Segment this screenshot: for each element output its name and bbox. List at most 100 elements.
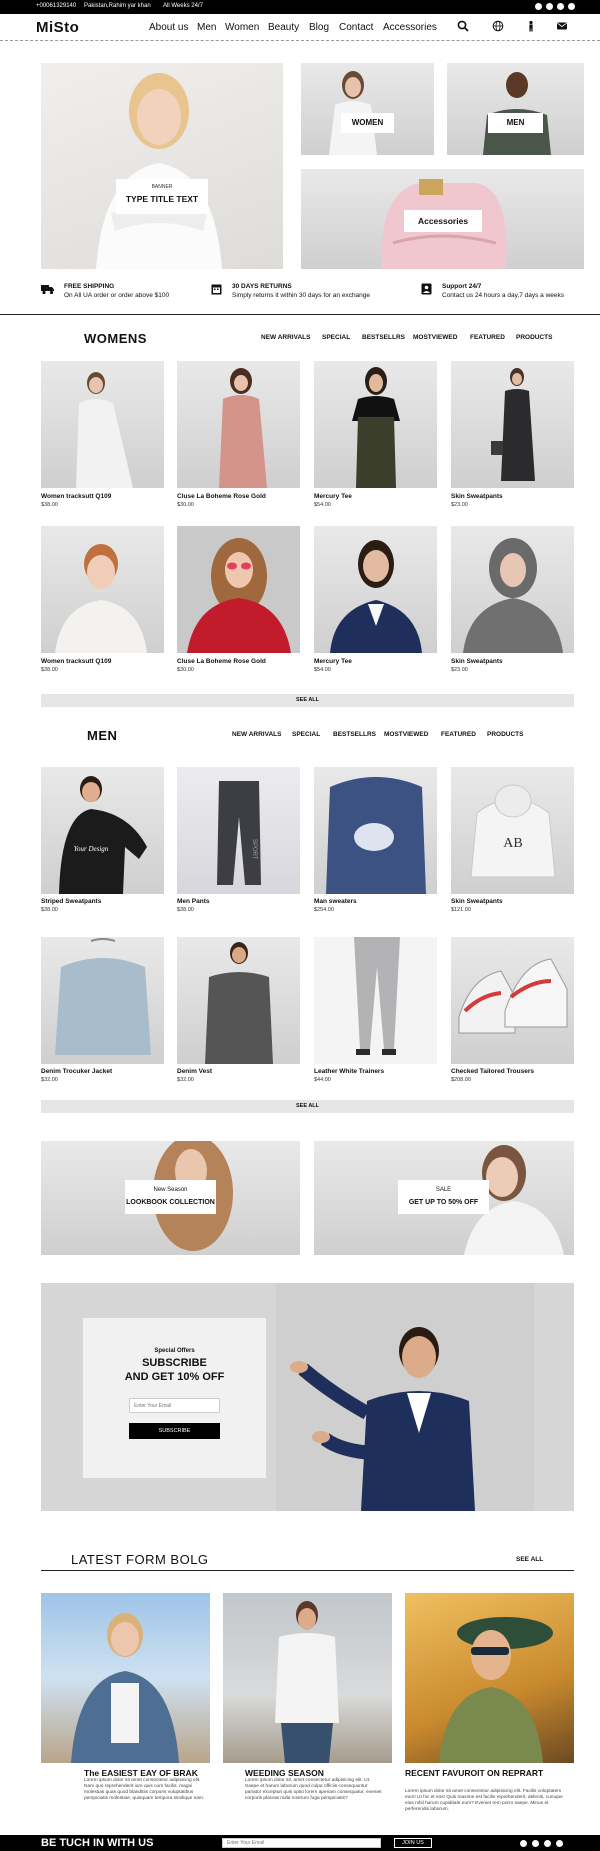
topbar-hours: All Weeks 24/7 (163, 3, 203, 9)
product-name[interactable]: Denim Trocuker Jacket (41, 1068, 112, 1075)
product-image[interactable]: Your Design (41, 767, 164, 894)
product-name[interactable]: Cluse La Boheme Rose Gold (177, 493, 266, 500)
product-image[interactable] (41, 526, 164, 653)
globe-icon[interactable] (492, 20, 504, 32)
product-image[interactable] (314, 526, 437, 653)
product-name[interactable]: Cluse La Boheme Rose Gold (177, 658, 266, 665)
youtube-icon[interactable] (557, 3, 564, 10)
blog-woman-denim-illustration (71, 1613, 179, 1763)
subscribe-email-input[interactable] (129, 1398, 220, 1413)
womens-see-all-button[interactable]: SEE ALL (41, 694, 574, 707)
lookbook-promo[interactable]: New Season LOOKBOOK COLLECTION (41, 1141, 300, 1255)
blog-post-title[interactable]: WEEDING SEASON (245, 1768, 324, 1778)
twitter-icon[interactable] (532, 1840, 539, 1847)
product-name[interactable]: Skin Sweatpants (451, 898, 503, 905)
youtube-icon[interactable] (544, 1840, 551, 1847)
womens-tab-special[interactable]: SPECIAL (322, 334, 350, 341)
blog-post-title[interactable]: RECENT FAVUROIT ON REPRART (405, 1768, 574, 1778)
mail-icon[interactable] (556, 20, 568, 32)
pinterest-icon[interactable] (568, 3, 575, 10)
product-image[interactable] (177, 361, 300, 488)
product-name[interactable]: Leather White Trainers (314, 1068, 384, 1075)
womens-tab-bestsellers[interactable]: BESTSELLRS (362, 334, 405, 341)
blog-post-title[interactable]: The EASIEST EAY OF BRAK (84, 1768, 198, 1778)
men-tab-new-arrivals[interactable]: NEW ARRIVALS (232, 731, 281, 738)
men-category-illustration (483, 72, 551, 155)
nav-contact[interactable]: Contact (339, 22, 373, 33)
product-image[interactable] (314, 767, 437, 894)
facebook-icon[interactable] (520, 1840, 527, 1847)
womens-tab-new-arrivals[interactable]: NEW ARRIVALS (261, 334, 310, 341)
product-name[interactable]: Denim Vest (177, 1068, 212, 1075)
product-price: $30.00 (177, 667, 194, 673)
footer-bar: BE TUCH IN WITH US JOIN US (0, 1835, 600, 1851)
nav-accessories[interactable]: Accessories (383, 22, 437, 33)
blog-post-image[interactable] (223, 1593, 392, 1763)
product-image[interactable] (451, 937, 574, 1064)
product-name[interactable]: Mercury Tee (314, 658, 352, 665)
footer-join-button[interactable]: JOIN US (394, 1838, 432, 1848)
nav-men[interactable]: Men (197, 22, 216, 33)
subscribe-button[interactable]: SUBSCRIBE (129, 1423, 220, 1439)
product-image[interactable]: SPORT (177, 767, 300, 894)
women-category-tile[interactable]: WOMEN (301, 63, 434, 155)
product-image[interactable] (177, 937, 300, 1064)
product-image[interactable] (314, 361, 437, 488)
footer-email-input[interactable] (222, 1838, 381, 1848)
womens-tab-products[interactable]: PRODUCTS (516, 334, 552, 341)
product-name[interactable]: Mercury Tee (314, 493, 352, 500)
product-name[interactable]: Women tracksutt Q109 (41, 493, 111, 500)
product-image[interactable] (177, 526, 300, 653)
facebook-icon[interactable] (535, 3, 542, 10)
product-image[interactable]: AB (451, 767, 574, 894)
product-name[interactable]: Skin Sweatpants (451, 493, 503, 500)
womens-tab-mostviewed[interactable]: MOSTVIEWED (413, 334, 457, 341)
blue-sweater-illustration (326, 777, 426, 894)
men-tab-mostviewed[interactable]: MOSTVIEWED (384, 731, 428, 738)
nav-blog[interactable]: Blog (309, 22, 329, 33)
product-name[interactable]: Men Pants (177, 898, 210, 905)
product-image[interactable] (451, 526, 574, 653)
product-name[interactable]: Striped Sweatpants (41, 898, 101, 905)
product-name[interactable]: Man sweaters (314, 898, 357, 905)
twitter-icon[interactable] (546, 3, 553, 10)
pinterest-icon[interactable] (556, 1840, 563, 1847)
logo[interactable]: MiSto (36, 19, 79, 36)
sale-promo[interactable]: SALE GET UP TO 50% OFF (314, 1141, 574, 1255)
nav-beauty[interactable]: Beauty (268, 22, 299, 33)
user-icon[interactable] (525, 20, 537, 32)
subscribe-title-line1: SUBSCRIBE (142, 1357, 207, 1369)
product-price: $32.00 (177, 1077, 194, 1083)
product-image[interactable] (451, 361, 574, 488)
feature-shipping-text: On All UA order or order above $100 (64, 292, 170, 299)
blog-post-image[interactable] (405, 1593, 574, 1763)
men-tab-special[interactable]: SPECIAL (292, 731, 320, 738)
women-tracksuit-illustration (76, 372, 133, 488)
men-category-label: MEN (488, 113, 543, 133)
nav-women[interactable]: Women (225, 22, 259, 33)
men-category-tile[interactable]: MEN (447, 63, 584, 155)
search-icon[interactable] (457, 20, 469, 32)
men-tab-featured[interactable]: FEATURED (441, 731, 476, 738)
subscribe-card: Special Offers SUBSCRIBE AND GET 10% OFF… (83, 1318, 266, 1478)
product-name[interactable]: Women tracksutt Q109 (41, 658, 111, 665)
accessories-category-tile[interactable]: Accessories (301, 169, 584, 269)
men-tab-bestsellers[interactable]: BESTSELLRS (333, 731, 376, 738)
men-see-all-button[interactable]: SEE ALL (41, 1100, 574, 1113)
product-image[interactable] (41, 937, 164, 1064)
lookbook-small: New Season (153, 1187, 188, 1193)
blog-see-all-link[interactable]: SEE ALL (516, 1556, 543, 1563)
product-image[interactable] (41, 361, 164, 488)
product-price: $38.00 (41, 667, 58, 673)
product-name[interactable]: Skin Sweatpants (451, 658, 503, 665)
product-price: $23.00 (451, 667, 468, 673)
blog-post-image[interactable] (41, 1593, 210, 1763)
blog-man-shirt-illustration (275, 1601, 339, 1763)
nav-about-us[interactable]: About us (149, 22, 188, 33)
men-tab-products[interactable]: PRODUCTS (487, 731, 523, 738)
product-name[interactable]: Checked Tailored Trousers (451, 1068, 534, 1075)
subscribe-banner: Special Offers SUBSCRIBE AND GET 10% OFF… (41, 1283, 574, 1511)
product-image[interactable] (314, 937, 437, 1064)
womens-tab-featured[interactable]: FEATURED (470, 334, 505, 341)
hero-banner[interactable]: BANNER TYPE TITLE TEXT (41, 63, 283, 269)
